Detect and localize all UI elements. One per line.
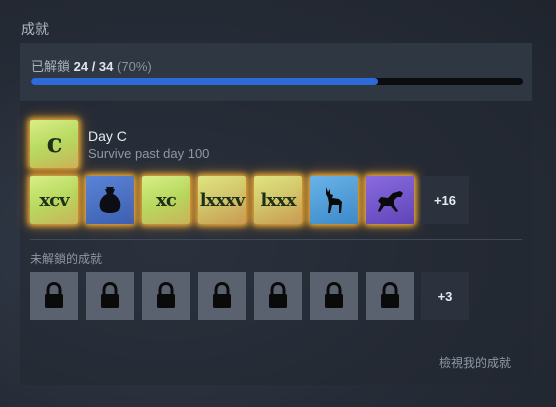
lock-icon — [98, 282, 122, 310]
locked-achievement-1[interactable] — [30, 272, 78, 320]
locked-more-button[interactable]: +3 — [421, 272, 469, 320]
progress-box: 已解鎖 24 / 34 (70%) — [20, 43, 532, 101]
featured-achievement-icon[interactable]: c — [30, 120, 78, 168]
deer-icon — [317, 183, 351, 217]
roman-numeral-icon: lxxx — [260, 189, 296, 211]
unlocked-achievement-5[interactable]: lxxx — [254, 176, 302, 224]
progress-count: 24 / 34 — [73, 59, 114, 74]
locked-achievement-4[interactable] — [198, 272, 246, 320]
progress-percent: (70%) — [117, 59, 152, 74]
unlocked-achievement-3[interactable]: xc — [142, 176, 190, 224]
locked-achievement-3[interactable] — [142, 272, 190, 320]
unlocked-achievement-1[interactable]: xcv — [30, 176, 78, 224]
unlocked-achievement-7[interactable] — [366, 176, 414, 224]
locked-achievement-7[interactable] — [366, 272, 414, 320]
horse-icon — [373, 183, 407, 217]
locked-achievements-title: 未解鎖的成就 — [30, 252, 103, 266]
progress-text: 已解鎖 24 / 34 (70%) — [31, 56, 152, 75]
roman-numeral-icon: lxxxv — [199, 189, 245, 211]
pouch-icon — [93, 183, 127, 217]
locked-achievement-6[interactable] — [310, 272, 358, 320]
lock-icon — [322, 282, 346, 310]
lock-icon — [42, 282, 66, 310]
roman-numeral-icon: xc — [156, 189, 177, 211]
unlocked-achievement-4[interactable]: lxxxv — [198, 176, 246, 224]
featured-achievement-description: Survive past day 100 — [88, 146, 210, 161]
featured-achievement-name: Day C — [88, 128, 127, 144]
lock-icon — [378, 282, 402, 310]
locked-achievement-2[interactable] — [86, 272, 134, 320]
unlocked-achievement-6[interactable] — [310, 176, 358, 224]
section-title: 成就 — [21, 21, 49, 37]
unlocked-more-button[interactable]: +16 — [421, 176, 469, 224]
divider — [30, 239, 522, 240]
featured-icon-text: c — [46, 129, 63, 159]
unlocked-achievement-2[interactable] — [86, 176, 134, 224]
progress-fill — [31, 78, 379, 85]
view-my-achievements-link[interactable]: 檢視我的成就 — [439, 354, 511, 371]
progress-label: 已解鎖 — [31, 59, 71, 74]
lock-icon — [210, 282, 234, 310]
locked-achievement-5[interactable] — [254, 272, 302, 320]
lock-icon — [154, 282, 178, 310]
progress-track — [31, 78, 523, 85]
roman-numeral-icon: xcv — [39, 189, 69, 211]
lock-icon — [266, 282, 290, 310]
